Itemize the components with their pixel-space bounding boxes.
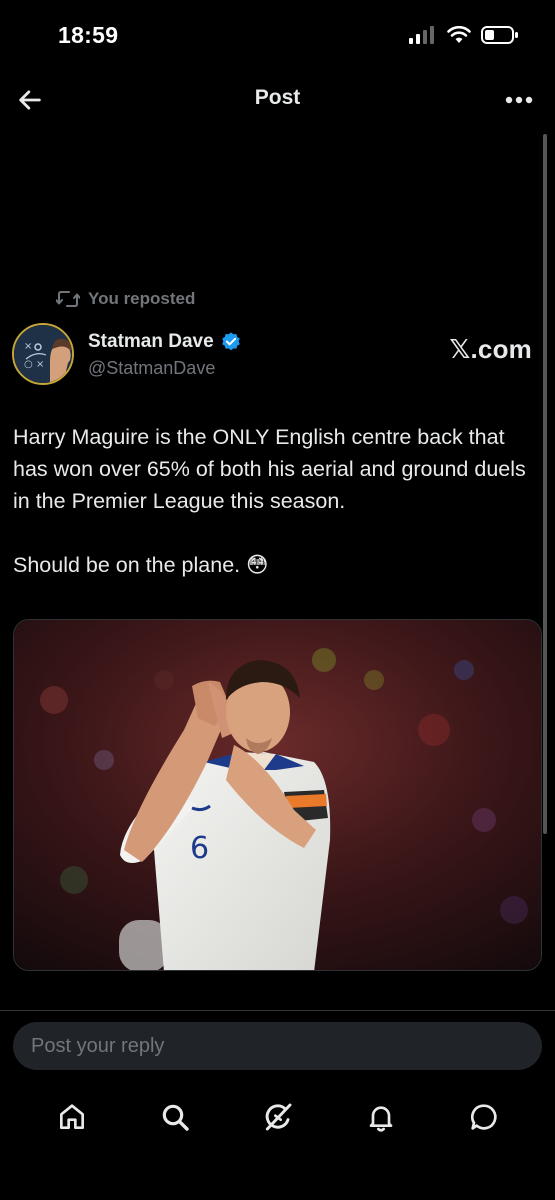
more-options-button[interactable] (501, 84, 537, 116)
tab-home[interactable] (48, 1093, 96, 1141)
more-dots-icon (505, 96, 533, 104)
cellular-signal-icon (409, 26, 434, 44)
search-icon (162, 1104, 189, 1131)
repost-indicator: You reposted (56, 289, 195, 309)
verified-badge-icon (221, 332, 240, 351)
post-image[interactable]: 6 (13, 619, 542, 971)
author-name[interactable]: Statman Dave (88, 331, 214, 353)
bell-icon (369, 1106, 392, 1132)
svg-text:×: × (24, 341, 32, 352)
bottom-tab-bar (0, 1085, 555, 1149)
reply-placeholder: Post your reply (31, 1035, 165, 1057)
post-paragraph: Harry Maguire is the ONLY English centre… (13, 425, 526, 513)
tab-messages[interactable] (460, 1093, 508, 1141)
divider (0, 1010, 555, 1011)
status-time: 18:59 (58, 22, 119, 48)
svg-text:○: ○ (24, 359, 33, 370)
grok-icon (265, 1103, 291, 1131)
avatar[interactable]: × ○ × (12, 323, 74, 385)
status-bar: 18:59 (0, 0, 555, 72)
repost-icon (56, 291, 80, 307)
tab-search[interactable] (151, 1093, 199, 1141)
status-icons (409, 26, 519, 44)
nav-header: Post (0, 72, 555, 128)
author-name-wrap[interactable]: Statman Dave (88, 331, 242, 353)
scrollbar[interactable] (543, 134, 547, 834)
svg-text:×: × (36, 359, 44, 370)
battery-icon (481, 26, 518, 44)
page-title: Post (254, 86, 301, 109)
author-row: × ○ × Statman Dave @StatmanDave 𝕏.com (12, 322, 532, 386)
post-text: Harry Maguire is the ONLY English centre… (13, 421, 543, 581)
shirt-number: 6 (190, 831, 209, 866)
chat-bubble-icon (470, 1104, 497, 1130)
tab-notifications[interactable] (357, 1093, 405, 1141)
post-photo: 6 (14, 620, 541, 970)
wifi-icon (447, 26, 471, 43)
repost-label: You reposted (88, 289, 196, 308)
back-button[interactable] (12, 82, 48, 118)
post-paragraph: Should be on the plane. 😳 (13, 553, 269, 577)
back-arrow-icon (19, 90, 41, 110)
author-handle[interactable]: @StatmanDave (88, 358, 215, 379)
x-brand-logo: 𝕏.com (449, 334, 532, 364)
tab-grok[interactable] (254, 1093, 302, 1141)
reply-input[interactable]: Post your reply (13, 1022, 542, 1070)
avatar-image: × ○ × (14, 325, 72, 383)
home-icon (59, 1104, 84, 1129)
